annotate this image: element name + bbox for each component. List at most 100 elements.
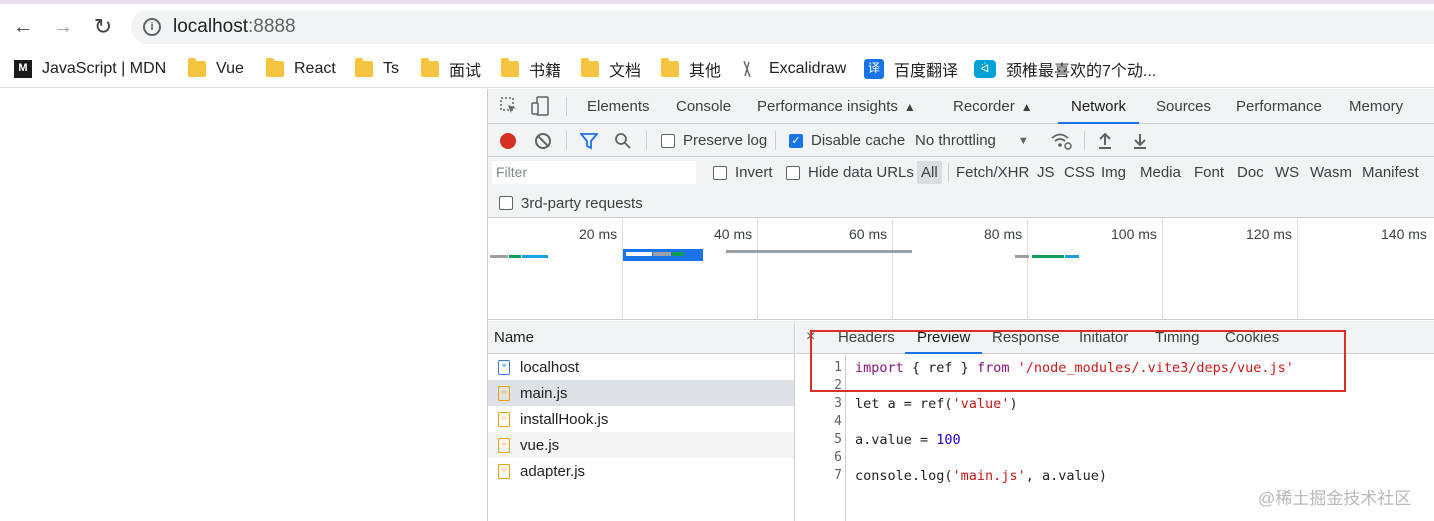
bilibili-icon: ᐛ — [974, 60, 996, 78]
bookmark-baidu-translate[interactable]: 译百度翻译 — [864, 58, 958, 80]
bookmark-ts[interactable]: Ts — [355, 58, 399, 80]
bookmark-label: 百度翻译 — [894, 63, 959, 80]
code-number: 100 — [936, 432, 961, 448]
tab-timing[interactable]: Timing — [1155, 321, 1199, 354]
request-row-vue-js[interactable]: ‹› vue.js — [488, 432, 794, 458]
omnibox[interactable]: i localhost:8888 — [131, 10, 1434, 44]
third-party-label: 3rd-party requests — [521, 194, 643, 212]
filter-input[interactable]: Filter — [492, 161, 696, 184]
device-toggle-icon[interactable] — [530, 89, 550, 124]
wifi-settings-icon — [1051, 133, 1072, 150]
record-button[interactable] — [500, 124, 516, 157]
timeline-bar — [1032, 255, 1064, 258]
timeline-gridline — [892, 219, 893, 320]
bookmark-interview[interactable]: 面试 — [421, 58, 481, 80]
watermark: @稀土掘金技术社区 — [1258, 489, 1412, 508]
clear-button[interactable] — [535, 124, 551, 157]
timeline-bar — [726, 250, 912, 253]
bookmark-label: 文档 — [609, 63, 642, 80]
request-row-installhook-js[interactable]: ‹› installHook.js — [488, 406, 794, 432]
invert-label: Invert — [735, 164, 773, 181]
third-party-row: 3rd-party requests — [488, 188, 1434, 218]
tab-recorder[interactable]: Recorder ▲ — [953, 89, 1033, 124]
invert-checkbox[interactable]: Invert — [713, 157, 773, 188]
network-conditions-button[interactable] — [1050, 124, 1072, 157]
tab-initiator[interactable]: Initiator — [1079, 321, 1128, 354]
timeline-tick-label: 80 ms — [984, 226, 1023, 242]
type-filter-css[interactable]: CSS — [1064, 157, 1095, 188]
tab-response[interactable]: Response — [992, 321, 1060, 354]
name-column-header[interactable]: Name — [488, 321, 794, 354]
disable-cache-checkbox[interactable]: ✓ Disable cache — [789, 124, 905, 157]
forward-button[interactable]: → — [50, 14, 76, 40]
hide-data-urls-checkbox[interactable]: Hide data URLs — [786, 157, 914, 188]
back-button[interactable]: ← — [10, 14, 36, 40]
search-button[interactable] — [614, 124, 632, 157]
timeline-bar — [490, 255, 508, 258]
tab-headers[interactable]: Headers — [838, 321, 895, 354]
type-filter-all[interactable]: All — [917, 161, 942, 184]
request-row-adapter-js[interactable]: ‹› adapter.js — [488, 458, 794, 484]
tab-preview[interactable]: Preview — [905, 321, 983, 354]
code-string: 'main.js' — [952, 468, 1026, 484]
bookmark-vue[interactable]: Vue — [188, 58, 244, 80]
type-filter-img[interactable]: Img — [1101, 157, 1126, 188]
line-number: 3 — [834, 396, 842, 411]
bookmark-bilibili-video[interactable]: ᐛ 颈椎最喜欢的7个动... — [974, 58, 1156, 80]
type-filter-wasm[interactable]: Wasm — [1310, 157, 1352, 188]
type-filter-js[interactable]: JS — [1037, 157, 1055, 188]
bookmark-other[interactable]: 其他 — [661, 58, 721, 80]
bookmark-books[interactable]: 书籍 — [501, 58, 561, 80]
tab-performance[interactable]: Performance — [1236, 89, 1322, 124]
type-filter-font[interactable]: Font — [1194, 157, 1224, 188]
import-har-button[interactable] — [1097, 124, 1113, 157]
divider — [566, 97, 567, 116]
code-line-7: console.log('main.js', a.value) — [855, 468, 1107, 484]
type-filter-fetch-xhr[interactable]: Fetch/XHR — [956, 157, 1029, 188]
timeline-gridline — [1027, 219, 1028, 320]
request-row-main-js[interactable]: ‹› main.js — [488, 380, 794, 406]
checkbox-box — [499, 196, 513, 210]
reload-button[interactable]: ↻ — [90, 14, 116, 40]
checkbox-box — [786, 165, 800, 180]
timeline-tick-label: 120 ms — [1246, 226, 1292, 242]
bookmark-label: 面试 — [449, 63, 482, 80]
bookmark-label: React — [294, 60, 336, 77]
tab-memory[interactable]: Memory — [1349, 89, 1403, 124]
timeline-bar — [626, 252, 652, 256]
export-har-button[interactable] — [1132, 124, 1148, 157]
tab-performance-insights[interactable]: Performance insights ▲ — [757, 89, 916, 124]
url-text[interactable]: localhost:8888 — [173, 16, 296, 38]
tab-cookies[interactable]: Cookies — [1225, 321, 1279, 354]
close-detail-button[interactable]: × — [806, 321, 815, 354]
request-name: installHook.js — [520, 410, 609, 428]
type-filter-doc[interactable]: Doc — [1237, 157, 1264, 188]
inspect-icon[interactable] — [500, 89, 518, 124]
info-icon[interactable]: i — [143, 18, 161, 36]
tab-elements[interactable]: Elements — [587, 89, 650, 124]
download-icon — [1134, 133, 1146, 149]
bookmark-docs[interactable]: 文档 — [581, 58, 641, 80]
divider — [775, 131, 776, 150]
upload-icon — [1099, 132, 1111, 149]
third-party-checkbox[interactable]: 3rd-party requests — [499, 188, 643, 218]
network-overview-timeline[interactable]: 20 ms 40 ms 60 ms 80 ms 100 ms 120 ms 14… — [488, 219, 1434, 320]
filter-toggle-button[interactable] — [580, 124, 598, 157]
bookmark-excalidraw[interactable]: Excalidraw — [741, 58, 846, 80]
tab-network[interactable]: Network — [1058, 89, 1140, 124]
tab-console[interactable]: Console — [676, 89, 731, 124]
bookmarks-bar: M JavaScript | MDN Vue React Ts 面试 书籍 文档 … — [0, 50, 1434, 88]
type-filter-media[interactable]: Media — [1140, 157, 1181, 188]
bookmark-mdn[interactable]: M JavaScript | MDN — [14, 58, 166, 80]
timeline-bar — [1065, 255, 1079, 258]
flask-icon: ▲ — [903, 100, 916, 114]
bookmark-react[interactable]: React — [266, 58, 336, 80]
preserve-log-checkbox[interactable]: Preserve log — [661, 124, 767, 157]
throttling-select[interactable]: No throttling ▼ — [915, 124, 1029, 157]
request-name: localhost — [520, 358, 580, 376]
type-filter-ws[interactable]: WS — [1275, 157, 1299, 188]
flask-icon: ▲ — [1020, 100, 1033, 114]
request-row-localhost[interactable]: ≡ localhost — [488, 354, 794, 380]
type-filter-manifest[interactable]: Manifest — [1362, 157, 1419, 188]
tab-sources[interactable]: Sources — [1156, 89, 1211, 124]
